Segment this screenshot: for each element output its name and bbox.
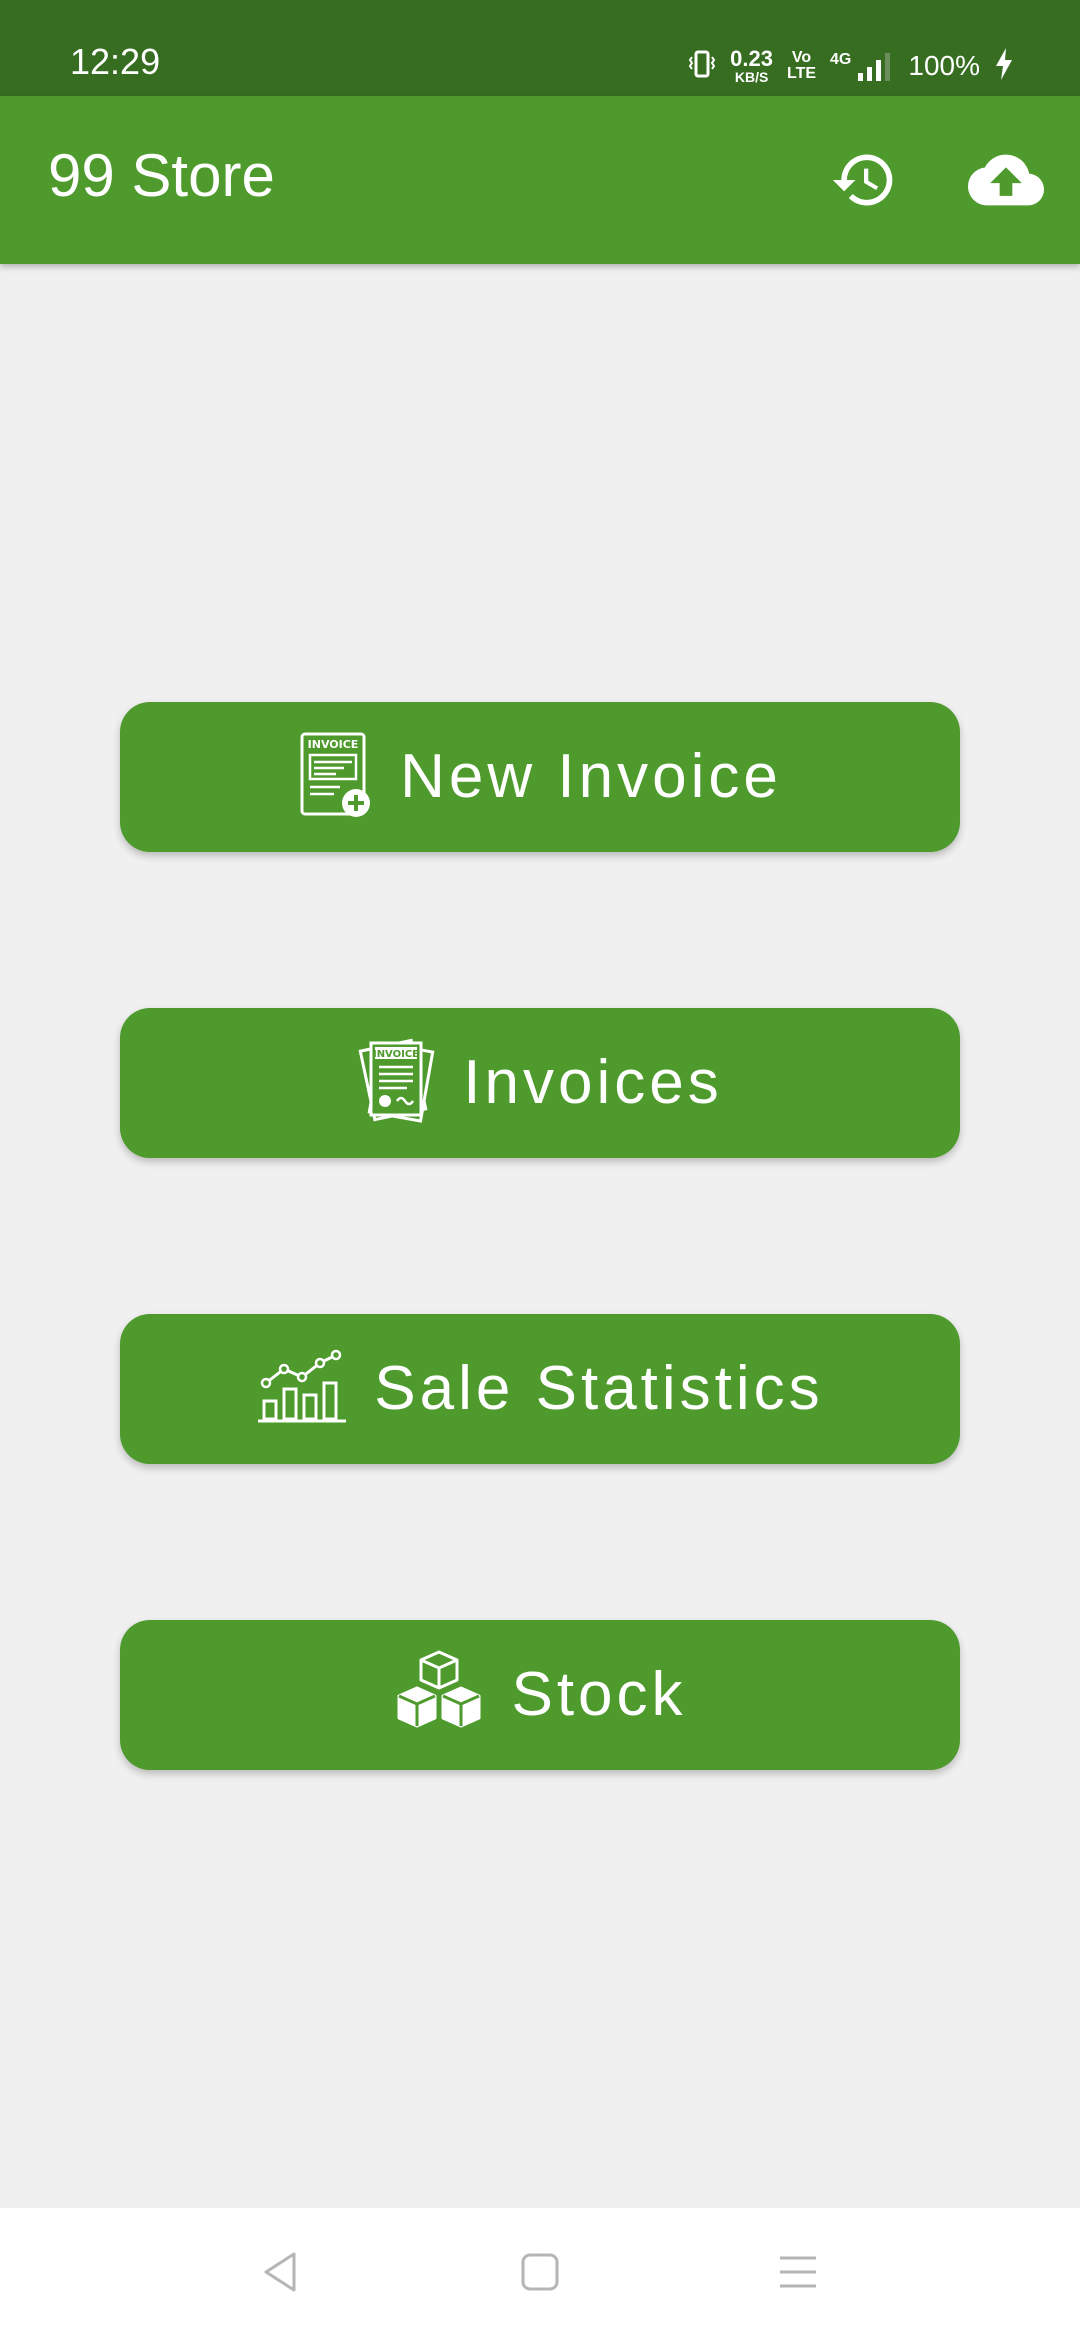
system-nav-bar: [0, 2208, 1080, 2340]
new-invoice-button[interactable]: INVOICE New Invoice: [120, 702, 960, 852]
sale-statistics-button[interactable]: Sale Statistics: [120, 1314, 960, 1464]
sale-statistics-label: Sale Statistics: [374, 1354, 824, 1423]
back-button[interactable]: [250, 2244, 310, 2304]
history-button[interactable]: [826, 144, 902, 220]
volte-indicator: Vo LTE: [787, 50, 816, 82]
cloud-upload-icon: [968, 142, 1044, 223]
recents-icon: [776, 2252, 820, 2297]
app-title: 99 Store: [48, 142, 275, 209]
back-icon: [258, 2250, 302, 2299]
net-speed: 0.23 KB/S: [730, 46, 773, 85]
invoices-button[interactable]: INVOICE Invoices: [120, 1008, 960, 1158]
volte-bottom: LTE: [787, 65, 817, 82]
home-button[interactable]: [510, 2244, 570, 2304]
charging-icon: [994, 47, 1014, 85]
vibrate-icon: [688, 49, 716, 84]
net-speed-value: 0.23: [730, 46, 773, 71]
status-time: 12:29: [70, 41, 161, 82]
stock-label: Stock: [511, 1660, 687, 1729]
stock-button[interactable]: Stock: [120, 1620, 960, 1770]
battery-level: 100%: [908, 50, 980, 81]
stock-boxes-icon: [393, 1648, 485, 1743]
new-invoice-icon: INVOICE: [298, 731, 374, 824]
net-speed-unit: KB/S: [734, 69, 769, 85]
status-bar: 12:29 0.23 KB/S Vo LTE 4G 100%: [0, 0, 1080, 96]
invoices-icon: INVOICE: [357, 1037, 437, 1130]
new-invoice-icon-text: INVOICE: [308, 738, 359, 751]
app-bar: 99 Store: [0, 96, 1080, 264]
sale-statistics-icon: [256, 1349, 348, 1430]
network-type: 4G: [830, 51, 852, 68]
volte-top: Vo: [791, 49, 812, 66]
new-invoice-label: New Invoice: [400, 742, 782, 811]
home-icon: [520, 2252, 560, 2297]
signal-icon: 4G: [830, 51, 894, 81]
recents-button[interactable]: [768, 2244, 828, 2304]
invoices-icon-text: INVOICE: [373, 1049, 419, 1060]
cloud-upload-button[interactable]: [968, 144, 1044, 220]
status-icons: 0.23 KB/S Vo LTE 4G 100%: [688, 44, 1014, 88]
invoices-label: Invoices: [463, 1048, 723, 1117]
history-icon: [830, 146, 898, 219]
